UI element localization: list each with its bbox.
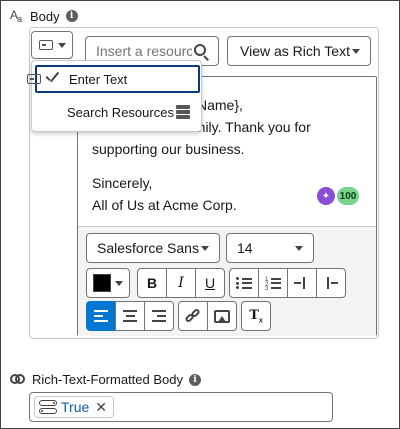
search-icon[interactable] xyxy=(194,44,210,61)
close-icon[interactable]: ✕ xyxy=(95,399,107,416)
list-indent-group: 123 xyxy=(229,268,346,298)
text-color-button[interactable] xyxy=(86,268,130,298)
align-center-icon xyxy=(123,310,137,322)
database-icon xyxy=(176,105,190,119)
body-field-label: A a Body i xyxy=(10,8,78,24)
view-mode-value: View as Rich Text xyxy=(240,43,350,59)
outdent-button[interactable] xyxy=(316,268,346,298)
text-style-group: B I U xyxy=(137,268,225,298)
clear-format-group: Tx xyxy=(241,301,271,331)
pill-value: True xyxy=(61,399,90,415)
chevron-down-icon xyxy=(57,42,66,48)
clear-formatting-button[interactable]: Tx xyxy=(241,301,271,331)
text-size-icon: A a xyxy=(10,8,23,24)
chevron-down-icon xyxy=(201,245,209,251)
underline-button[interactable]: U xyxy=(195,268,225,298)
boolean-pill[interactable]: True ✕ xyxy=(34,396,115,418)
toggle-icon xyxy=(39,400,57,414)
chevron-down-icon xyxy=(352,48,360,54)
dropdown-item-label: Enter Text xyxy=(69,71,128,87)
italic-button[interactable]: I xyxy=(166,268,196,298)
align-left-button[interactable] xyxy=(86,301,116,331)
resource-search-input[interactable] xyxy=(96,43,192,59)
font-size-select[interactable]: 14 xyxy=(226,233,314,263)
dropdown-item-enter-text[interactable]: Enter Text xyxy=(27,65,200,93)
link-icon xyxy=(184,307,201,324)
rtf-label-text: Rich-Text-Formatted Body xyxy=(32,372,183,387)
content-line: supporting our business. xyxy=(92,141,245,157)
numbered-list-icon: 123 xyxy=(265,277,281,292)
text-field-icon xyxy=(38,40,53,50)
chevron-down-icon xyxy=(295,245,303,251)
bold-button[interactable]: B xyxy=(137,268,167,298)
clear-format-icon: Tx xyxy=(249,307,263,325)
image-icon xyxy=(214,309,230,323)
input-mode-dropdown: Enter Text Search Resources xyxy=(27,60,202,132)
check-icon xyxy=(47,73,61,82)
chevron-down-icon xyxy=(115,280,123,286)
align-left-icon xyxy=(94,310,108,322)
font-family-select[interactable]: Salesforce Sans xyxy=(86,233,220,263)
rtf-field-label: Rich-Text-Formatted Body i xyxy=(10,372,201,387)
font-family-value: Salesforce Sans xyxy=(97,240,199,256)
insert-link-button[interactable] xyxy=(178,301,208,331)
outdent-icon xyxy=(323,277,339,289)
body-label-text: Body xyxy=(30,8,60,24)
rtf-value-field[interactable]: True ✕ xyxy=(29,392,333,422)
linked-rings-icon xyxy=(10,373,26,386)
numbered-list-button[interactable]: 123 xyxy=(258,268,288,298)
insert-image-button[interactable] xyxy=(207,301,237,331)
text-field-icon xyxy=(27,74,41,84)
bulleted-list-button[interactable] xyxy=(229,268,259,298)
dropdown-item-search-resources[interactable]: Search Resources xyxy=(35,98,200,126)
input-mode-button[interactable] xyxy=(31,31,73,59)
color-swatch xyxy=(93,274,111,292)
info-icon[interactable]: i xyxy=(65,10,78,22)
view-mode-select[interactable]: View as Rich Text xyxy=(227,36,371,66)
align-right-icon xyxy=(152,310,166,322)
insert-group xyxy=(178,301,237,331)
align-center-button[interactable] xyxy=(115,301,145,331)
ai-sparkle-icon[interactable]: ✦ xyxy=(317,187,335,205)
alignment-group xyxy=(86,301,174,331)
info-icon[interactable]: i xyxy=(189,373,201,386)
indent-button[interactable] xyxy=(287,268,317,298)
dropdown-item-label: Search Resources xyxy=(67,104,174,120)
score-badge[interactable]: 100 xyxy=(337,187,359,205)
align-right-button[interactable] xyxy=(144,301,174,331)
font-size-value: 14 xyxy=(237,240,253,256)
indent-icon xyxy=(294,277,310,289)
bulleted-list-icon xyxy=(236,277,252,289)
